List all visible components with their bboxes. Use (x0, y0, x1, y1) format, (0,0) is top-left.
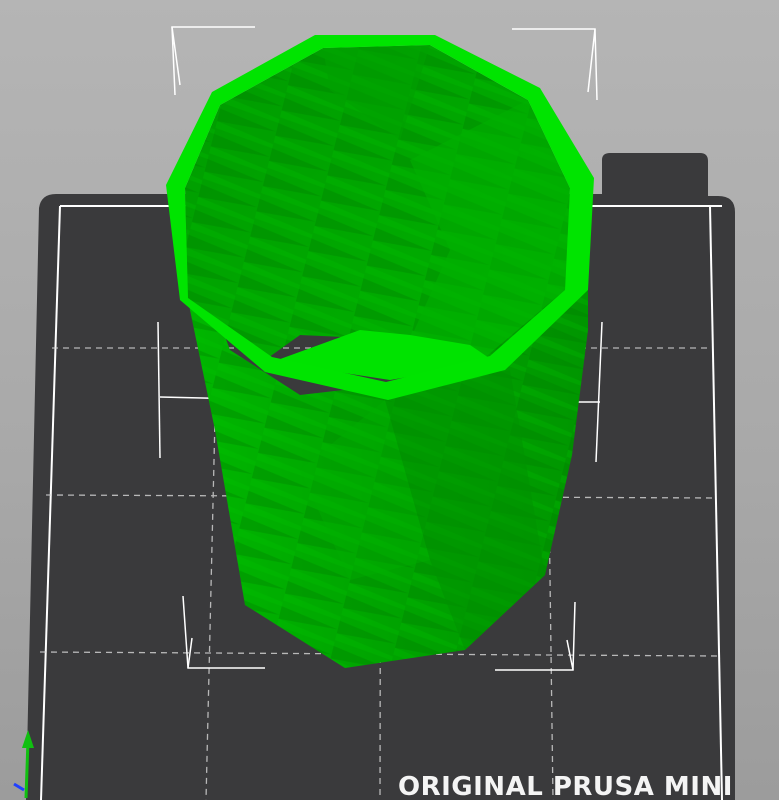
3d-viewport[interactable]: ORIGINAL PRUSA MINI (0, 0, 779, 800)
bed-label: ORIGINAL PRUSA MINI (398, 772, 733, 800)
scene-canvas[interactable] (0, 0, 779, 800)
